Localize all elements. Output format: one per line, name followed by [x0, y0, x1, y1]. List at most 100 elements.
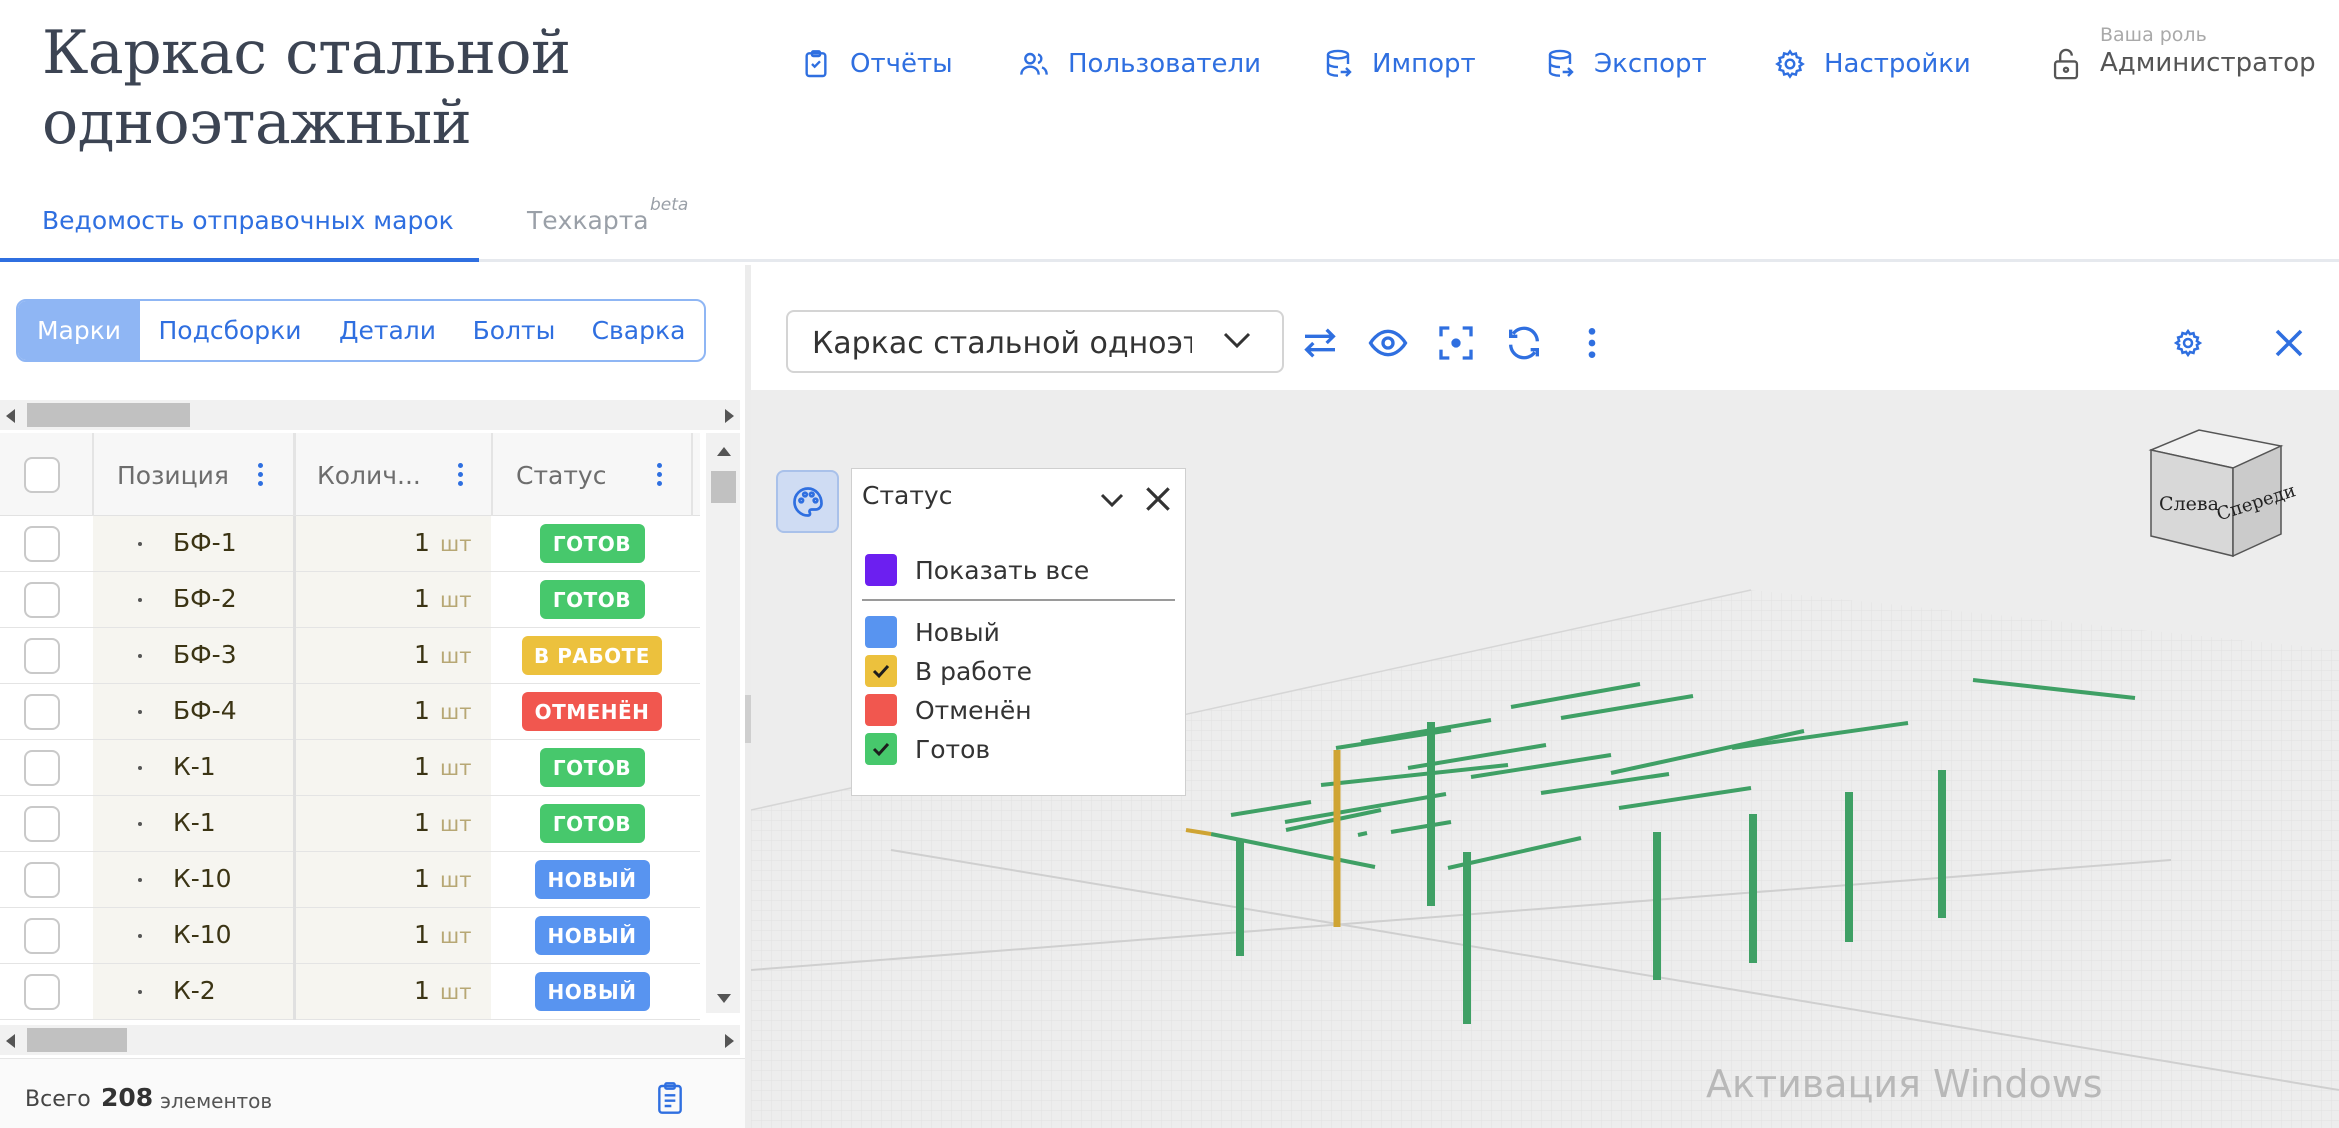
table-row[interactable]: К-2 1 шт НОВЫЙ	[0, 964, 700, 1020]
table-row[interactable]: К-10 1 шт НОВЫЙ	[0, 908, 700, 964]
quantity-value: 1	[414, 920, 430, 949]
row-checkbox[interactable]	[24, 694, 60, 730]
column-header-quantity[interactable]: Колич...	[317, 461, 421, 490]
scroll-down-arrow-icon[interactable]	[717, 994, 731, 1003]
close-icon[interactable]	[2271, 325, 2307, 361]
segment-subassemblies[interactable]: Подсборки	[140, 301, 320, 360]
row-checkbox[interactable]	[24, 806, 60, 842]
row-checkbox[interactable]	[24, 862, 60, 898]
row-checkbox[interactable]	[24, 918, 60, 954]
table-vertical-scrollbar[interactable]	[706, 433, 740, 1013]
column-header-position[interactable]: Позиция	[117, 461, 229, 490]
role-caption: Ваша роль	[2100, 24, 2207, 46]
table-row[interactable]: БФ-3 1 шт В РАБОТЕ	[0, 628, 700, 684]
row-checkbox[interactable]	[24, 750, 60, 786]
nav-settings[interactable]: Настройки	[1774, 44, 1971, 84]
show-all-swatch[interactable]	[865, 554, 897, 586]
model-select[interactable]: Каркас стальной одноэтажный	[786, 310, 1284, 373]
tab-shipping-marks[interactable]: Ведомость отправочных марок	[42, 206, 454, 235]
quantity-value: 1	[414, 696, 430, 725]
segment-bolts[interactable]: Болты	[455, 301, 573, 360]
column-menu-quantity-icon[interactable]	[458, 463, 464, 487]
segment-welding[interactable]: Сварка	[573, 301, 704, 360]
scroll-left-arrow-icon[interactable]	[6, 409, 15, 423]
nav-reports[interactable]: Отчёты	[800, 44, 953, 84]
scrollbar-thumb[interactable]	[27, 403, 190, 427]
scroll-left-arrow-icon[interactable]	[6, 1034, 15, 1048]
legend-show-all-label: Показать все	[915, 555, 1090, 585]
legend-item[interactable]: В работе	[865, 654, 1032, 688]
row-checkbox[interactable]	[24, 582, 60, 618]
legend-item[interactable]: Готов	[865, 732, 990, 766]
refresh-icon[interactable]	[1504, 323, 1544, 363]
position-value[interactable]: К-1	[173, 808, 216, 837]
quantity-value: 1	[414, 752, 430, 781]
swap-icon[interactable]	[1300, 323, 1340, 363]
scrollbar-thumb[interactable]	[711, 471, 736, 503]
table-row[interactable]: БФ-4 1 шт ОТМЕНЁН	[0, 684, 700, 740]
legend-item[interactable]: Новый	[865, 615, 1000, 649]
legend-swatch-checkbox[interactable]	[865, 655, 897, 687]
segment-parts[interactable]: Детали	[320, 301, 455, 360]
table-row[interactable]: БФ-1 1 шт ГОТОВ	[0, 516, 700, 572]
clipboard-report-icon[interactable]	[654, 1079, 686, 1117]
cube-face-left[interactable]: Слева	[2159, 493, 2219, 515]
nav-export[interactable]: Экспорт	[1544, 44, 1707, 84]
position-value[interactable]: БФ-3	[173, 640, 237, 669]
scroll-up-arrow-icon[interactable]	[717, 447, 731, 456]
table-row[interactable]: К-1 1 шт ГОТОВ	[0, 796, 700, 852]
table-top-scrollbar[interactable]	[0, 400, 740, 430]
chevron-down-icon[interactable]	[1099, 491, 1125, 509]
legend-item[interactable]: Отменён	[865, 693, 1032, 727]
legend-swatch-checkbox[interactable]	[865, 694, 897, 726]
column-menu-status-icon[interactable]	[657, 463, 663, 487]
scroll-right-arrow-icon[interactable]	[725, 409, 734, 423]
eye-icon[interactable]	[1368, 323, 1408, 363]
checkmark-icon	[872, 664, 890, 679]
3d-viewport[interactable]: Статус Показать все Новый В работе Отменён…	[751, 390, 2339, 1128]
row-checkbox[interactable]	[24, 974, 60, 1010]
palette-icon	[793, 487, 823, 517]
segment-marks[interactable]: Марки	[18, 301, 140, 360]
position-value[interactable]: БФ-2	[173, 584, 237, 613]
close-icon[interactable]	[1142, 483, 1174, 515]
gear-icon[interactable]	[2173, 328, 2203, 358]
tree-bullet-icon	[138, 654, 142, 658]
table-row[interactable]: К-10 1 шт НОВЫЙ	[0, 852, 700, 908]
row-checkbox[interactable]	[24, 526, 60, 562]
view-cube[interactable]: Слева Спереди	[2141, 428, 2301, 578]
nav-users[interactable]: Пользователи	[1018, 44, 1261, 84]
position-value[interactable]: К-2	[173, 976, 216, 1005]
quantity-value: 1	[414, 640, 430, 669]
row-checkbox[interactable]	[24, 638, 60, 674]
position-value[interactable]: К-10	[173, 864, 232, 893]
table-footer: Всего 208 элементов	[0, 1058, 745, 1128]
nav-settings-label: Настройки	[1824, 49, 1971, 79]
column-header-status[interactable]: Статус	[516, 461, 606, 490]
clipboard-icon	[805, 50, 827, 78]
tab-techcard[interactable]: Техкарта	[527, 206, 649, 235]
position-value[interactable]: К-1	[173, 752, 216, 781]
scrollbar-thumb[interactable]	[27, 1028, 127, 1052]
column-menu-position-icon[interactable]	[258, 463, 264, 487]
table-row[interactable]: БФ-2 1 шт ГОТОВ	[0, 572, 700, 628]
entity-segmented-control: Марки Подсборки Детали Болты Сварка	[16, 299, 706, 362]
status-badge: В РАБОТЕ	[522, 636, 662, 675]
legend-show-all[interactable]: Показать все	[865, 553, 1089, 587]
table-bottom-scrollbar[interactable]	[0, 1025, 740, 1055]
position-value[interactable]: БФ-4	[173, 696, 237, 725]
scroll-right-arrow-icon[interactable]	[725, 1034, 734, 1048]
position-value[interactable]: БФ-1	[173, 528, 237, 557]
quantity-unit: шт	[440, 532, 472, 556]
legend-swatch-checkbox[interactable]	[865, 616, 897, 648]
legend-item-label: Отменён	[915, 695, 1032, 725]
legend-swatch-checkbox[interactable]	[865, 733, 897, 765]
nav-import[interactable]: Импорт	[1322, 44, 1476, 84]
tree-bullet-icon	[138, 766, 142, 770]
select-all-checkbox[interactable]	[24, 457, 60, 493]
position-value[interactable]: К-10	[173, 920, 232, 949]
more-vertical-icon[interactable]	[1572, 323, 1612, 363]
table-row[interactable]: К-1 1 шт ГОТОВ	[0, 740, 700, 796]
color-palette-button[interactable]	[776, 470, 839, 533]
focus-icon[interactable]	[1436, 323, 1476, 363]
